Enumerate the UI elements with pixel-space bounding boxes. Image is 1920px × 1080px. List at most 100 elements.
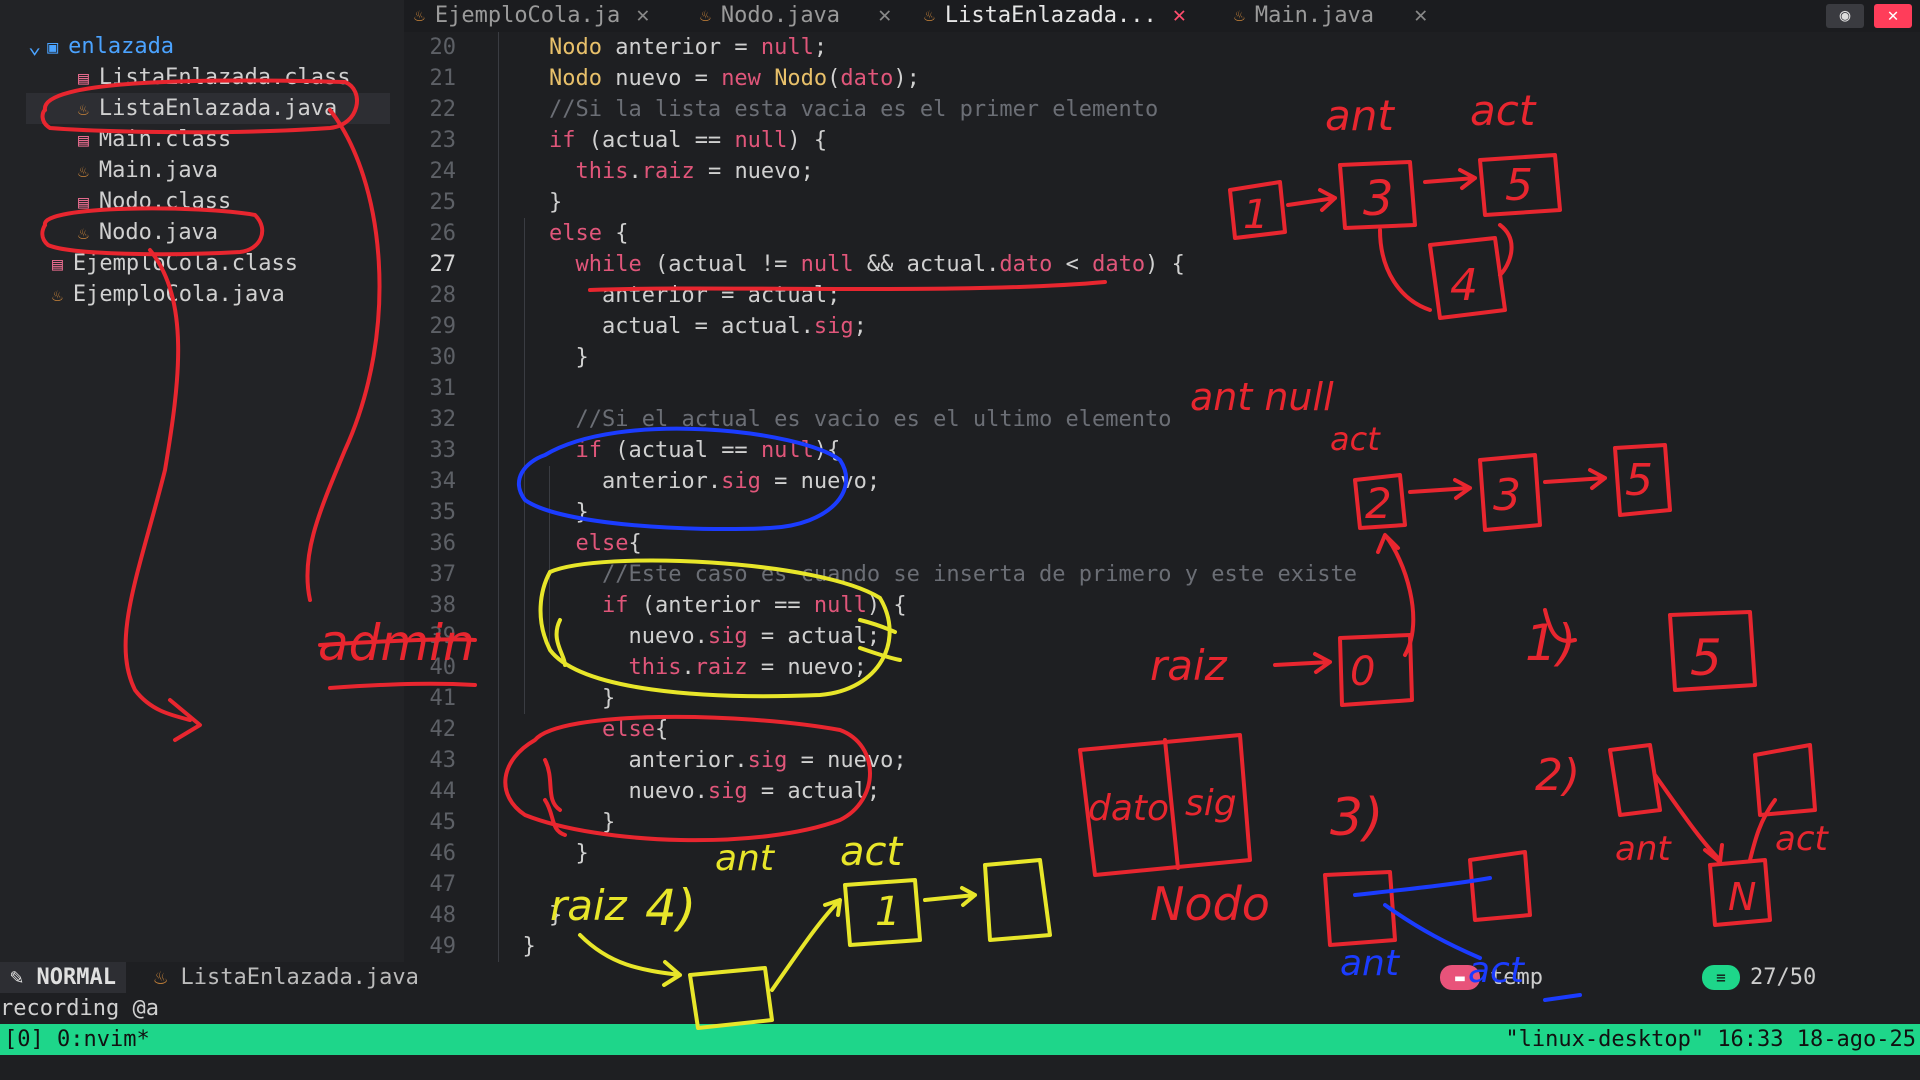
file-item-selected[interactable]: ♨ ListaEnlazada.java — [26, 93, 390, 124]
code-text[interactable]: else{ — [496, 714, 668, 745]
java-file-icon: ♨ — [700, 5, 711, 26]
code-line[interactable]: 24 this.raiz = nuevo; — [404, 156, 814, 187]
java-file-icon: ♨ — [78, 160, 89, 182]
code-text[interactable]: } — [496, 807, 615, 838]
file-item[interactable]: ▤ Nodo.class — [78, 186, 231, 217]
cursor-position: 27/50 — [1750, 965, 1817, 990]
code-line[interactable]: 33 if (actual == null){ — [404, 435, 841, 466]
tab-nodo[interactable]: ♨ Nodo.java ✕ — [700, 0, 891, 32]
close-icon[interactable]: ✕ — [636, 3, 649, 28]
tab-main[interactable]: ♨ Main.java ✕ — [1234, 0, 1427, 32]
code-text[interactable]: //Este caso es cuando se inserta de prim… — [496, 559, 1357, 590]
code-text[interactable]: Nodo anterior = null; — [496, 32, 827, 63]
code-text[interactable]: } — [496, 187, 562, 218]
code-text[interactable]: } — [496, 342, 588, 373]
code-line[interactable]: 36 else{ — [404, 528, 642, 559]
blue-underline — [1543, 993, 1582, 1002]
code-line[interactable]: 46 } — [404, 838, 589, 869]
java-file-icon: ♨ — [78, 98, 89, 120]
code-line[interactable]: 25 } — [404, 187, 563, 218]
line-number: 38 — [429, 593, 457, 618]
line-number: 40 — [429, 655, 457, 680]
file-item[interactable]: ♨ EjemploCola.java — [52, 279, 285, 310]
code-text[interactable]: nuevo.sig = actual; — [496, 621, 880, 652]
code-text[interactable]: Nodo nuevo = new Nodo(dato); — [496, 63, 920, 94]
code-text[interactable]: actual = actual.sig; — [496, 311, 867, 342]
code-line[interactable]: 48 } — [404, 900, 563, 931]
code-line[interactable]: 34 anterior.sig = nuevo; — [404, 466, 881, 497]
code-editor[interactable]: 20 Nodo anterior = null; 21 Nodo nuevo = … — [404, 32, 1920, 962]
code-line[interactable]: 32 //Si el actual es vacio es el ultimo … — [404, 404, 1172, 435]
file-explorer: ⌄ ▣ enlazada ▤ ListaEnlazada.class ♨ ListaEn… — [0, 0, 404, 962]
code-line[interactable]: 31 — [404, 373, 457, 404]
class-file-icon: ▤ — [78, 129, 89, 151]
class-file-icon: ▤ — [78, 67, 89, 89]
code-text[interactable]: else { — [496, 218, 628, 249]
code-line[interactable]: 21 Nodo nuevo = new Nodo(dato); — [404, 63, 920, 94]
code-text[interactable]: if (actual == null) { — [496, 125, 827, 156]
code-line[interactable]: 27 while (actual != null && actual.dato … — [404, 249, 1185, 280]
close-window-icon[interactable]: ✕ — [1874, 4, 1912, 28]
code-text[interactable]: nuevo.sig = actual; — [496, 776, 880, 807]
mode-indicator: ✎ NORMAL — [0, 962, 126, 993]
line-number: 48 — [429, 903, 457, 928]
command-line: recording @a — [0, 996, 159, 1021]
code-line[interactable]: 23 if (actual == null) { — [404, 125, 828, 156]
code-line[interactable]: 29 actual = actual.sig; — [404, 311, 867, 342]
file-item[interactable]: ▤ EjemploCola.class — [52, 248, 298, 279]
code-line[interactable]: 35 } — [404, 497, 589, 528]
tab-ejemplocola[interactable]: ♨ EjemploCola.ja ✕ — [414, 0, 650, 32]
code-line[interactable]: 41 } — [404, 683, 616, 714]
code-line[interactable]: 30 } — [404, 342, 589, 373]
close-icon[interactable]: ✕ — [1173, 3, 1186, 28]
file-item[interactable]: ♨ Main.java — [78, 155, 218, 186]
tab-listaenlazada[interactable]: ♨ ListaEnlazada... ✕ — [924, 0, 1186, 32]
code-line[interactable]: 37 //Este caso es cuando se inserta de p… — [404, 559, 1357, 590]
code-line[interactable]: 40 this.raiz = nuevo; — [404, 652, 867, 683]
line-number: 29 — [429, 314, 457, 339]
code-text[interactable]: } — [496, 683, 615, 714]
close-icon[interactable]: ✕ — [878, 3, 891, 28]
chevron-down-icon: ⌄ — [28, 34, 42, 59]
line-number: 35 — [429, 500, 457, 525]
code-text[interactable]: } — [496, 931, 535, 962]
code-text[interactable]: anterior = actual; — [496, 280, 840, 311]
code-text[interactable]: //Si el actual es vacio es el ultimo ele… — [496, 404, 1171, 435]
code-line[interactable]: 20 Nodo anterior = null; — [404, 32, 828, 63]
close-icon[interactable]: ✕ — [1414, 3, 1427, 28]
code-text[interactable]: if (anterior == null) { — [496, 590, 907, 621]
code-line[interactable]: 39 nuevo.sig = actual; — [404, 621, 881, 652]
folder-enlazada[interactable]: ⌄ ▣ enlazada — [28, 31, 174, 62]
code-text[interactable]: while (actual != null && actual.dato < d… — [496, 249, 1184, 280]
code-text[interactable]: else{ — [496, 528, 641, 559]
eye-icon[interactable]: ◉ — [1826, 4, 1864, 28]
lines-icon: ≡ — [1702, 965, 1740, 990]
tmux-host-time: "linux-desktop" 16:33 18-ago-25 — [1505, 1027, 1916, 1052]
file-item[interactable]: ▤ ListaEnlazada.class — [78, 62, 351, 93]
code-line[interactable]: 47 — [404, 869, 457, 900]
code-text[interactable]: //Si la lista esta vacia es el primer el… — [496, 94, 1158, 125]
code-line[interactable]: 42 else{ — [404, 714, 669, 745]
code-line[interactable]: 26 else { — [404, 218, 629, 249]
code-line[interactable]: 28 anterior = actual; — [404, 280, 841, 311]
code-line[interactable]: 44 nuevo.sig = actual; — [404, 776, 881, 807]
line-number: 30 — [429, 345, 457, 370]
code-text[interactable]: } — [496, 497, 588, 528]
code-line[interactable]: 38 if (anterior == null) { — [404, 590, 907, 621]
status-file: ♨ ListaEnlazada.java — [154, 965, 419, 990]
code-text[interactable]: if (actual == null){ — [496, 435, 840, 466]
code-text[interactable]: this.raiz = nuevo; — [496, 156, 813, 187]
code-line[interactable]: 49 } — [404, 931, 536, 962]
code-line[interactable]: 22 //Si la lista esta vacia es el primer… — [404, 94, 1159, 125]
code-text[interactable]: anterior.sig = nuevo; — [496, 745, 906, 776]
tmux-window[interactable]: [0] 0:nvim* — [4, 1024, 150, 1055]
code-text[interactable]: this.raiz = nuevo; — [496, 652, 866, 683]
code-line[interactable]: 43 anterior.sig = nuevo; — [404, 745, 907, 776]
code-line[interactable]: 45 } — [404, 807, 616, 838]
session-name: temp — [1490, 965, 1543, 990]
code-text[interactable]: } — [496, 900, 562, 931]
file-item[interactable]: ♨ Nodo.java — [78, 217, 218, 248]
code-text[interactable]: anterior.sig = nuevo; — [496, 466, 880, 497]
file-item[interactable]: ▤ Main.class — [78, 124, 231, 155]
code-text[interactable]: } — [496, 838, 588, 869]
